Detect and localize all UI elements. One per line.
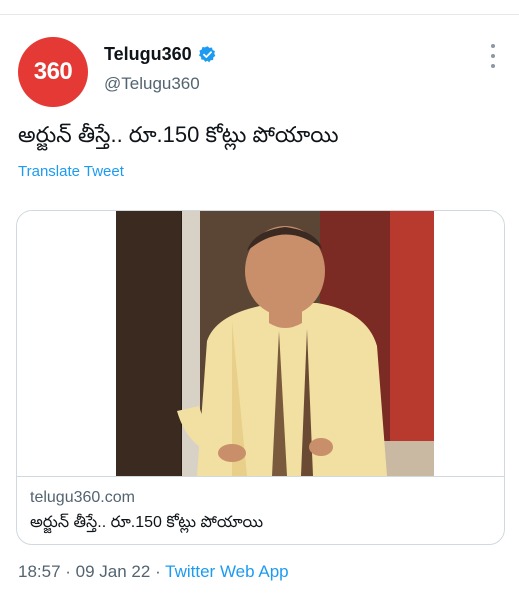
top-divider — [0, 14, 519, 15]
separator: · — [150, 562, 166, 581]
tweet-source[interactable]: Twitter Web App — [165, 562, 288, 581]
avatar-logo-text: 360 — [33, 58, 73, 85]
user-handle[interactable]: @Telugu360 — [104, 74, 200, 94]
display-name[interactable]: Telugu360 — [104, 44, 192, 65]
card-info[interactable]: telugu360.com అర్జున్ తీస్తే.. రూ.150 కో… — [17, 476, 504, 544]
card-title: అర్జున్ తీస్తే.. రూ.150 కోట్లు పోయాయి — [30, 514, 264, 531]
separator: · — [60, 562, 76, 581]
tweet-text: అర్జున్ తీస్తే.. రూ.150 కోట్లు పోయాయి — [18, 122, 339, 147]
verified-badge-icon — [198, 46, 216, 63]
more-options-icon[interactable] — [489, 44, 497, 68]
tweet-metadata: 18:57 · 09 Jan 22 · Twitter Web App — [18, 562, 289, 582]
author-name-row[interactable]: Telugu360 — [104, 44, 217, 65]
card-domain: telugu360.com — [30, 489, 135, 506]
avatar[interactable]: 360 — [18, 37, 88, 107]
tweet-time[interactable]: 18:57 — [18, 562, 61, 581]
translate-tweet-link[interactable]: Translate Tweet — [18, 163, 124, 180]
card-image[interactable] — [17, 211, 504, 476]
link-card[interactable]: telugu360.com అర్జున్ తీస్తే.. రూ.150 కో… — [16, 210, 505, 545]
tweet-date[interactable]: 09 Jan 22 — [76, 562, 151, 581]
